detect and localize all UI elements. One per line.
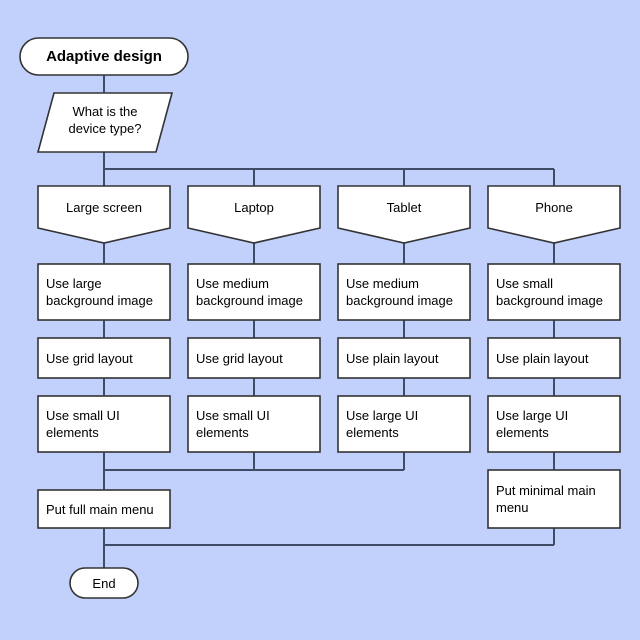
node-tablet-step-2[interactable] [338,338,470,378]
node-branch-tablet[interactable] [338,186,470,243]
node-branch-large-screen[interactable] [38,186,170,243]
flowchart-canvas: Adaptive design What is the device type?… [0,0,640,640]
node-phone-step-2[interactable] [488,338,620,378]
node-put-full-main-menu[interactable] [38,490,170,528]
node-tablet-step-3[interactable] [338,396,470,452]
node-decision-device-type[interactable] [38,93,172,152]
node-laptop-step-3[interactable] [188,396,320,452]
node-branch-laptop[interactable] [188,186,320,243]
node-branch-phone[interactable] [488,186,620,243]
node-large-screen-step-2[interactable] [38,338,170,378]
node-start[interactable] [20,38,188,75]
node-large-screen-step-1[interactable] [38,264,170,320]
node-tablet-step-1[interactable] [338,264,470,320]
node-end[interactable] [70,568,138,598]
node-large-screen-step-3[interactable] [38,396,170,452]
node-put-minimal-main-menu[interactable] [488,470,620,528]
node-laptop-step-2[interactable] [188,338,320,378]
node-phone-step-1[interactable] [488,264,620,320]
node-laptop-step-1[interactable] [188,264,320,320]
node-phone-step-3[interactable] [488,396,620,452]
